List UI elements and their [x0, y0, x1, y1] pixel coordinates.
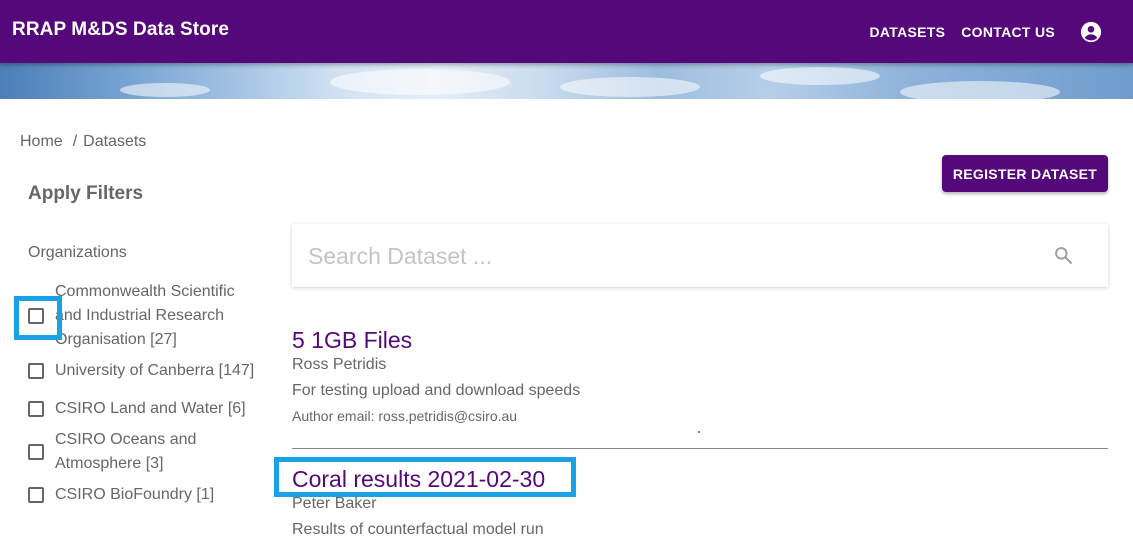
- filter-item-canberra[interactable]: University of Canberra [147]: [28, 359, 255, 383]
- highlight-box-checkbox: [14, 296, 62, 340]
- dataset-author-email: Author email: ross.petridis@csiro.au: [292, 408, 518, 424]
- filter-label: CSIRO Land and Water [6]: [55, 400, 246, 417]
- filters-title: Apply Filters: [28, 183, 144, 204]
- top-nav: DATASETS CONTACT US: [869, 0, 1133, 63]
- search-bar: [292, 224, 1108, 287]
- breadcrumb: Home / Datasets: [20, 133, 150, 151]
- dataset-author: Peter Baker: [292, 495, 377, 512]
- dataset-description: For testing upload and download speeds: [292, 382, 581, 399]
- filter-label: CSIRO BioFoundry [1]: [55, 486, 215, 503]
- app-title[interactable]: RRAP M&DS Data Store: [12, 19, 229, 41]
- organizations-heading: Organizations: [28, 244, 127, 261]
- filter-checkbox[interactable]: [28, 487, 44, 503]
- account-circle-icon[interactable]: [1080, 21, 1102, 43]
- breadcrumb-current: Datasets: [83, 133, 147, 150]
- search-icon[interactable]: [1053, 245, 1074, 266]
- nav-datasets-link[interactable]: DATASETS: [869, 24, 945, 40]
- dataset-author: Ross Petridis: [292, 356, 387, 373]
- filter-checkbox[interactable]: [28, 444, 44, 460]
- dataset-divider: [292, 448, 1108, 449]
- filter-label: CSIRO Oceans and Atmosphere [3]: [55, 431, 197, 472]
- filter-label: Commonwealth Scientific and Industrial R…: [55, 283, 235, 348]
- filter-item-land-water[interactable]: CSIRO Land and Water [6]: [28, 397, 255, 421]
- register-dataset-button[interactable]: REGISTER DATASET: [942, 155, 1108, 192]
- dataset-title[interactable]: Coral results 2021-02-30: [292, 466, 545, 493]
- breadcrumb-separator: /: [72, 133, 78, 150]
- filter-item-biofoundry[interactable]: CSIRO BioFoundry [1]: [28, 483, 255, 507]
- divider-dot: [698, 431, 700, 433]
- filter-label: University of Canberra [147]: [55, 362, 255, 379]
- dataset-description: Results of counterfactual model run: [292, 521, 544, 538]
- filter-item-oceans[interactable]: CSIRO Oceans and Atmosphere [3]: [28, 428, 205, 476]
- hero-banner: [0, 63, 1133, 99]
- breadcrumb-home-link[interactable]: Home: [20, 133, 63, 150]
- filter-checkbox[interactable]: [28, 401, 44, 417]
- search-input[interactable]: [308, 238, 1008, 274]
- app-bar: RRAP M&DS Data Store DATASETS CONTACT US: [0, 0, 1133, 63]
- nav-contact-link[interactable]: CONTACT US: [961, 24, 1055, 40]
- filter-item-csiro[interactable]: Commonwealth Scientific and Industrial R…: [28, 280, 255, 352]
- dataset-title[interactable]: 5 1GB Files: [292, 327, 412, 354]
- filter-checkbox[interactable]: [28, 363, 44, 379]
